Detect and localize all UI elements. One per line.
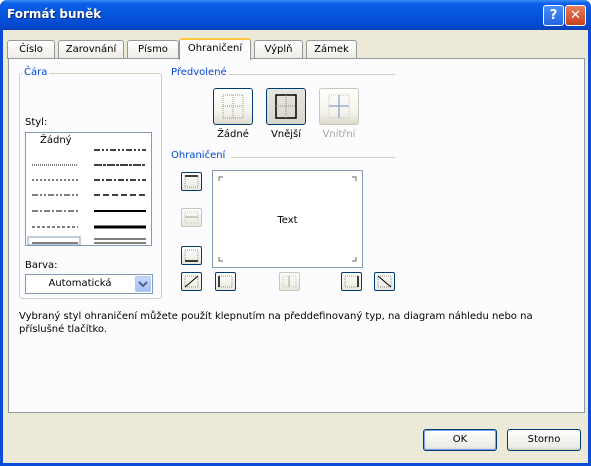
cancel-button[interactable]: Storno (507, 429, 581, 451)
help-description: Vybraný styl ohraničení můžete použít kl… (19, 311, 533, 335)
preset-none-button[interactable] (213, 88, 253, 125)
border-top-icon (184, 175, 199, 188)
preset-none-caption: Žádné (217, 129, 249, 140)
preset-inside-icon (328, 94, 350, 119)
preview-text: Text (277, 215, 298, 226)
border-preview[interactable]: Text (212, 170, 363, 268)
line-style-samples[interactable] (26, 133, 151, 246)
tab-number[interactable]: Číslo (7, 40, 55, 59)
preset-outline-caption: Vnější (270, 129, 302, 140)
border-legend: Ohraničení (169, 150, 228, 161)
chevron-down-icon[interactable] (135, 276, 151, 292)
line-style-list[interactable]: Žádný (25, 132, 152, 246)
close-button[interactable]: ✕ (565, 5, 586, 26)
border-top-button[interactable] (181, 172, 202, 191)
border-bottom-button[interactable] (181, 246, 202, 265)
title-bar[interactable]: Formát buněk ? ✕ (0, 0, 591, 30)
tab-font[interactable]: Písmo (127, 40, 179, 59)
dialog-window: Formát buněk ? ✕ Číslo Zarovnání Písmo O… (0, 0, 591, 466)
ok-button[interactable]: OK (423, 429, 497, 451)
presets-legend: Předvolené (169, 67, 229, 78)
window-title: Formát buněk (7, 7, 102, 21)
preset-outline-button[interactable] (266, 88, 306, 125)
preset-inside-button[interactable] (319, 88, 359, 125)
border-left-button[interactable] (215, 272, 236, 291)
presets-divider (228, 74, 395, 75)
color-label: Barva: (25, 260, 58, 271)
border-left-icon (218, 275, 233, 288)
dialog-client: Číslo Zarovnání Písmo Ohraničení Výplň Z… (3, 30, 588, 463)
style-label: Styl: (25, 117, 48, 128)
border-right-button[interactable] (341, 272, 362, 291)
color-select-value: Automatická (48, 278, 112, 289)
border-middle-vertical-button[interactable] (279, 272, 300, 291)
preset-inside-caption: Vnitřní (322, 129, 356, 140)
tab-fill[interactable]: Výplň (254, 40, 303, 59)
tab-protection[interactable]: Zámek (306, 40, 357, 59)
color-select[interactable]: Automatická (25, 274, 153, 294)
border-diagonal-up-icon (184, 275, 199, 288)
border-middle-horizontal-icon (184, 211, 199, 224)
line-style-none[interactable]: Žádný (40, 135, 72, 146)
preset-none-icon (222, 94, 244, 119)
preset-outline-icon (275, 94, 297, 119)
line-group-legend: Čára (22, 67, 50, 78)
border-right-icon (344, 275, 359, 288)
border-diagonal-down-button[interactable] (374, 272, 395, 291)
border-middle-vertical-icon (282, 275, 297, 288)
tab-panel-border: Čára Styl: Žádný Barva: Automatická Před… (8, 58, 585, 413)
border-bottom-icon (184, 249, 199, 262)
border-diagonal-up-button[interactable] (181, 272, 202, 291)
tab-alignment[interactable]: Zarovnání (58, 40, 124, 59)
help-button[interactable]: ? (543, 5, 564, 26)
border-middle-horizontal-button[interactable] (181, 208, 202, 227)
border-divider (231, 157, 395, 158)
tab-strip: Číslo Zarovnání Písmo Ohraničení Výplň Z… (7, 38, 585, 60)
border-diagonal-down-icon (377, 275, 392, 288)
tab-border[interactable]: Ohraničení (179, 38, 251, 60)
